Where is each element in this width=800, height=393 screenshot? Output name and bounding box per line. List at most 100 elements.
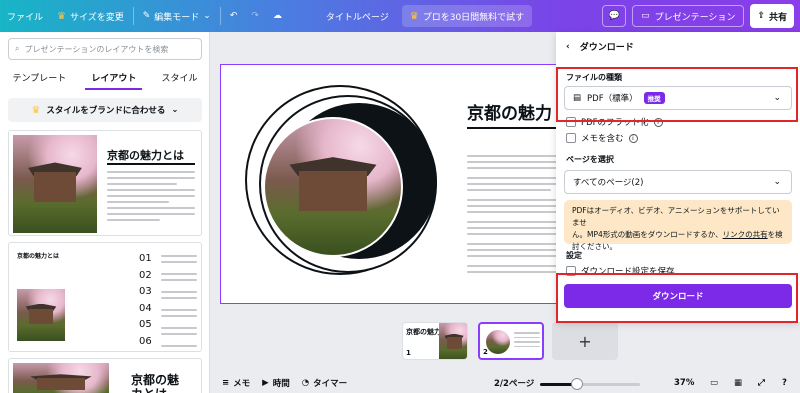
save-settings-label: ダウンロード設定を保存	[581, 267, 675, 277]
page-thumbnail-title: 京都の魅力	[406, 328, 441, 336]
info-icon[interactable]: i	[628, 133, 638, 143]
download-button-label: ダウンロード	[652, 292, 704, 302]
cloud-save-button[interactable]: ☁	[266, 0, 289, 32]
download-panel-header: ‹ ダウンロード	[566, 40, 634, 54]
temple-image	[13, 363, 109, 393]
share-button[interactable]: ⇪ 共有	[750, 4, 794, 28]
tab-layouts[interactable]: レイアウト	[85, 68, 143, 90]
chevron-down-icon: ⌄	[773, 93, 781, 103]
zoom-slider-handle[interactable]	[571, 378, 583, 390]
page-number: 1	[406, 349, 411, 357]
layout-thumbnail[interactable]: 京都の魅力とは 01 02 03 04 05 06	[8, 242, 202, 352]
crown-icon: ♛	[409, 10, 419, 22]
checkbox[interactable]	[566, 266, 576, 276]
select-pages-label: ページを選択	[566, 155, 614, 164]
present-label: プレゼンテーション	[654, 12, 736, 23]
notes-button[interactable]: ≡ メモ	[222, 377, 250, 389]
grid-view-icon[interactable]: ▭	[710, 378, 718, 388]
search-placeholder: プレゼンテーションのレイアウトを検索	[24, 44, 169, 54]
save-settings-checkbox[interactable]: ダウンロード設定を保存	[566, 265, 675, 277]
file-menu[interactable]: ファイル	[0, 0, 50, 32]
page-thumbnail-2[interactable]: 2	[478, 322, 544, 360]
resize-button[interactable]: ♛ サイズを変更	[50, 0, 131, 32]
fullscreen-icon[interactable]: ⤢	[758, 378, 765, 388]
notice-text: を検	[767, 230, 783, 239]
pro-trial-button[interactable]: ♛ プロを30日間無料で試す	[401, 5, 533, 27]
tab-styles[interactable]: スタイル	[155, 68, 203, 90]
comment-button[interactable]: 💬	[602, 5, 627, 27]
divider	[132, 7, 134, 25]
file-type-label: ファイルの種類	[566, 73, 622, 82]
download-panel: ‹ ダウンロード ファイルの種類 ▤ PDF（標準） 推奨 ⌄ PDFのフラット…	[556, 32, 800, 322]
file-menu-label: ファイル	[7, 12, 44, 23]
pro-trial-label: プロを30日間無料で試す	[422, 12, 525, 23]
divider	[219, 7, 221, 25]
chevron-down-icon: ⌄	[171, 105, 179, 115]
temple-image	[439, 323, 467, 359]
edit-mode-label: 編集モード	[154, 12, 200, 23]
crown-icon: ♛	[57, 10, 66, 22]
undo-icon: ↶	[229, 11, 238, 21]
add-page-button[interactable]: +	[552, 322, 618, 360]
duration-button[interactable]: ▶ 時間	[262, 377, 290, 389]
back-arrow-icon[interactable]: ‹	[566, 42, 570, 52]
redo-button[interactable]: ↷	[244, 0, 266, 32]
search-icon: ⌕	[15, 44, 20, 53]
temple-image[interactable]	[263, 117, 403, 257]
file-type-select[interactable]: ▤ PDF（標準） 推奨 ⌄	[564, 86, 792, 110]
layout-thumbnail[interactable]: 京都の魅 カとは	[8, 358, 202, 393]
pages-select[interactable]: すべてのページ(2) ⌄	[564, 170, 792, 194]
grid-icon[interactable]: ▦	[734, 378, 742, 388]
zoom-level[interactable]: 37%	[674, 378, 694, 388]
timer-icon: ◔	[301, 377, 310, 388]
file-type-value: PDF（標準）	[587, 94, 638, 104]
document-title[interactable]: タイトルページ	[319, 0, 396, 32]
comment-icon: 💬	[608, 11, 620, 21]
page-number: 2	[483, 348, 488, 356]
share-link[interactable]: リンクの共有	[723, 230, 768, 239]
layout-thumbnail[interactable]: 京都の魅力とは	[8, 130, 202, 236]
chevron-down-icon: ⌄	[773, 177, 781, 187]
flatten-pdf-label: PDFのフラット化	[581, 118, 649, 128]
edit-mode-dropdown[interactable]: ✎ 編集モード ⌄	[136, 0, 218, 32]
checkbox[interactable]	[566, 117, 576, 127]
notice-text: ん。MP4形式の動画をダウンロードするか、	[572, 230, 723, 239]
help-icon[interactable]: ?	[782, 378, 787, 388]
pencil-icon: ✎	[142, 11, 151, 21]
timer-label: タイマー	[313, 378, 348, 389]
layout-search-input[interactable]: ⌕ プレゼンテーションのレイアウトを検索	[8, 38, 202, 60]
tab-templates[interactable]: テンプレート	[7, 68, 73, 90]
download-button[interactable]: ダウンロード	[564, 284, 792, 308]
undo-button[interactable]: ↶	[223, 0, 245, 32]
include-notes-label: メモを含む	[581, 134, 624, 144]
present-icon: ▭	[641, 11, 650, 21]
present-button[interactable]: ▭ プレゼンテーション	[632, 5, 745, 27]
panel-tabs: テンプレート レイアウト スタイル	[0, 68, 210, 90]
temple-image	[486, 330, 510, 354]
duration-label: 時間	[272, 378, 290, 389]
page-thumbnail-1[interactable]: 京都の魅力 1	[402, 322, 468, 360]
include-notes-checkbox[interactable]: メモを含む i	[566, 132, 638, 144]
notes-label: メモ	[233, 378, 251, 389]
share-icon: ⇪	[757, 11, 765, 21]
flatten-pdf-checkbox[interactable]: PDFのフラット化 i	[566, 116, 663, 128]
notes-icon: ≡	[222, 377, 230, 388]
crown-icon: ♛	[31, 104, 41, 116]
cloud-icon: ☁	[272, 11, 282, 21]
download-panel-title: ダウンロード	[579, 43, 634, 53]
thumbnail-title: 京都の魅 カとは	[131, 373, 180, 393]
match-brand-button[interactable]: ♛ スタイルをブランドに合わせる ⌄	[8, 98, 202, 122]
redo-icon: ↷	[251, 11, 259, 21]
document-icon: ▤	[573, 93, 582, 103]
pages-value: すべてのページ(2)	[573, 178, 644, 188]
share-label: 共有	[768, 12, 787, 23]
slide-title[interactable]: 京都の魅力	[467, 99, 552, 124]
checkbox[interactable]	[566, 133, 576, 143]
info-icon[interactable]: i	[653, 117, 663, 127]
info-notice: PDFはオーディオ、ビデオ、アニメーションをサポートしていませ ん。MP4形式の…	[564, 200, 792, 251]
thumbnail-title: 京都の魅力とは	[107, 149, 184, 162]
chevron-down-icon: ⌄	[203, 11, 211, 21]
timer-button[interactable]: ◔ タイマー	[302, 377, 347, 389]
page-count[interactable]: 2/2ページ	[494, 377, 534, 389]
zoom-slider[interactable]	[540, 383, 640, 386]
